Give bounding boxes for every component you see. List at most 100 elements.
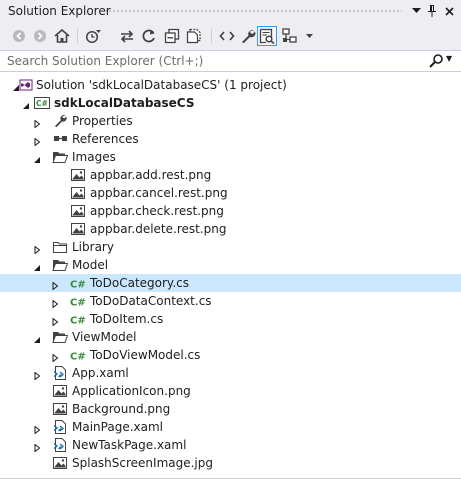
window-title: Solution Explorer <box>8 4 111 18</box>
show-all-files-icon <box>186 28 201 44</box>
collapsed-arrow-icon[interactable] <box>33 369 41 381</box>
image-file-icon <box>52 401 68 417</box>
forward-icon <box>34 30 46 42</box>
expanded-arrow-icon[interactable] <box>22 99 30 109</box>
expanded-arrow-icon[interactable] <box>33 261 41 271</box>
tree-item-label: Background.png <box>72 402 171 416</box>
class-view-button[interactable] <box>281 26 301 46</box>
tree-item-label: sdkLocalDatabaseCS <box>54 96 195 110</box>
collapsed-arrow-icon[interactable] <box>33 117 41 129</box>
xaml-file-icon <box>52 365 68 381</box>
search-icon[interactable] <box>428 53 444 69</box>
class-view-dropdown-button[interactable] <box>303 26 315 46</box>
tree-item-label: appbar.delete.rest.png <box>90 222 227 236</box>
forward-button[interactable] <box>30 26 50 46</box>
tree-item-label: appbar.add.rest.png <box>90 168 212 182</box>
code-brackets-icon <box>219 31 235 41</box>
clock-icon <box>85 30 101 44</box>
refresh-icon <box>142 29 155 43</box>
collapsed-arrow-icon[interactable] <box>51 351 59 363</box>
tree-item[interactable]: appbar.check.rest.png <box>0 202 461 220</box>
folder-open-icon <box>52 257 69 273</box>
image-file-icon <box>70 203 86 219</box>
search-input[interactable]: Search Solution Explorer (Ctrl+;) <box>7 54 203 68</box>
tree-item[interactable]: Images <box>0 148 461 166</box>
collapsed-arrow-icon[interactable] <box>51 279 59 291</box>
tree-item[interactable]: App.xaml <box>0 364 461 382</box>
wrench-icon <box>242 30 256 44</box>
tree-item-label: Model <box>72 258 109 272</box>
tree-item-label: ToDoViewModel.cs <box>90 348 201 362</box>
image-file-icon <box>70 167 86 183</box>
tree-item[interactable]: Model <box>0 256 461 274</box>
tree-item[interactable]: C# ToDoCategory.cs <box>0 274 461 292</box>
tree-item[interactable]: Properties <box>0 112 461 130</box>
tree-item-label: ToDoDataContext.cs <box>90 294 212 308</box>
refresh-button[interactable] <box>139 26 159 46</box>
image-file-icon <box>52 383 68 399</box>
tree-item-label: Library <box>72 240 114 254</box>
back-icon <box>13 30 25 42</box>
svg-text:C#: C# <box>70 298 86 309</box>
solution-icon <box>18 77 34 93</box>
expanded-arrow-icon[interactable] <box>33 333 41 343</box>
collapsed-arrow-icon[interactable] <box>51 315 59 327</box>
search-bar[interactable]: Search Solution Explorer (Ctrl+;) ▼ <box>0 50 461 72</box>
tree-item[interactable]: ApplicationIcon.png <box>0 382 461 400</box>
folder-open-icon <box>52 329 69 345</box>
tree-item[interactable]: MainPage.xaml <box>0 418 461 436</box>
tree-item-label: References <box>72 132 139 146</box>
svg-text:C#: C# <box>70 316 86 327</box>
preview-selected-items-button[interactable] <box>257 26 277 46</box>
collapsed-arrow-icon[interactable] <box>33 423 41 435</box>
tree-item[interactable]: NewTaskPage.xaml <box>0 436 461 454</box>
collapsed-arrow-icon[interactable] <box>51 297 59 309</box>
xaml-file-icon <box>52 419 68 435</box>
properties-button[interactable] <box>238 26 258 46</box>
show-all-files-button[interactable] <box>184 26 204 46</box>
tree-item[interactable]: C# ToDoDataContext.cs <box>0 292 461 310</box>
view-code-button[interactable] <box>217 26 237 46</box>
pin-icon[interactable] <box>424 3 440 19</box>
csharp-file-icon: C# <box>70 275 86 291</box>
csharp-project-icon: C# <box>34 95 50 111</box>
collapse-all-icon <box>164 28 180 44</box>
tree-item[interactable]: SplashScreenImage.jpg <box>0 454 461 472</box>
collapsed-arrow-icon[interactable] <box>33 135 41 147</box>
pending-changes-filter-button[interactable] <box>83 26 103 46</box>
tree-item[interactable]: C# ToDoItem.cs <box>0 310 461 328</box>
tree-item[interactable]: ViewModel <box>0 328 461 346</box>
tree-item-label: ViewModel <box>72 330 137 344</box>
sync-arrows-icon <box>120 30 134 43</box>
collapsed-arrow-icon[interactable] <box>33 441 41 453</box>
expanded-arrow-icon[interactable] <box>33 153 41 163</box>
drag-grip[interactable] <box>104 9 402 14</box>
tree-item-label: MainPage.xaml <box>72 420 163 434</box>
tree-item[interactable]: appbar.delete.rest.png <box>0 220 461 238</box>
collapse-all-button[interactable] <box>162 26 182 46</box>
tree-item-label: SplashScreenImage.jpg <box>72 456 213 470</box>
references-icon <box>52 131 68 147</box>
collapsed-arrow-icon[interactable] <box>33 243 41 255</box>
tree-item-label: appbar.cancel.rest.png <box>90 186 228 200</box>
tree-item[interactable]: appbar.cancel.rest.png <box>0 184 461 202</box>
bottom-border <box>0 478 461 479</box>
tree-item[interactable]: References <box>0 130 461 148</box>
tree-item[interactable]: Library <box>0 238 461 256</box>
home-button[interactable] <box>52 26 72 46</box>
tree-item[interactable]: C# ToDoViewModel.cs <box>0 346 461 364</box>
window-menu-dropdown-icon[interactable] <box>408 3 424 19</box>
search-options-chevron-down-icon[interactable]: ▼ <box>446 54 452 63</box>
close-icon[interactable] <box>441 3 457 19</box>
tree-item[interactable]: appbar.add.rest.png <box>0 166 461 184</box>
svg-text:C#: C# <box>70 352 86 363</box>
sync-with-active-document-button[interactable] <box>117 26 137 46</box>
tree-item[interactable]: Solution 'sdkLocalDatabaseCS' (1 project… <box>0 76 461 94</box>
tree-item[interactable]: Background.png <box>0 400 461 418</box>
tree-item[interactable]: C# sdkLocalDatabaseCS <box>0 94 461 112</box>
svg-text:C#: C# <box>36 99 48 108</box>
tree-item-label: ToDoCategory.cs <box>90 276 189 290</box>
tree-item-label: Properties <box>72 114 133 128</box>
back-button[interactable] <box>9 26 29 46</box>
xaml-file-icon <box>52 437 68 453</box>
